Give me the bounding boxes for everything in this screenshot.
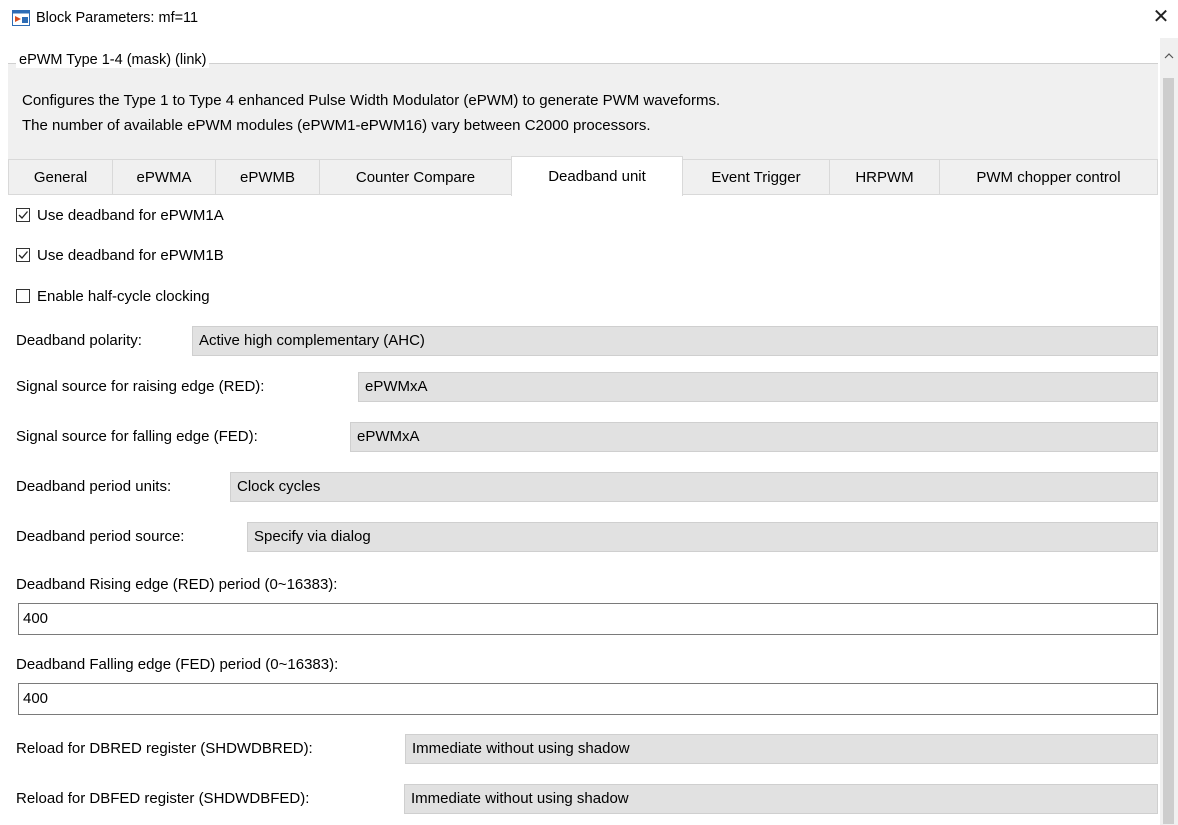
deadband-polarity-row: Deadband polarity: Active high complemen…	[8, 326, 1158, 356]
deadband-period-units-label: Deadband period units:	[16, 478, 172, 495]
simulink-block-icon	[12, 10, 30, 26]
close-icon[interactable]: ✕	[1149, 5, 1173, 29]
deadband-period-source-label: Deadband period source:	[16, 528, 185, 545]
fed-period-label: Deadband Falling edge (FED) period (0~16…	[16, 656, 339, 673]
red-period-input[interactable]: 400	[18, 603, 1158, 635]
deadband-period-source-row: Deadband period source: Specify via dial…	[8, 522, 1158, 552]
fed-signal-source-select[interactable]: ePWMxA	[350, 422, 1158, 452]
check-icon	[18, 211, 28, 219]
enable-half-cycle-clocking-checkbox[interactable]: Enable half-cycle clocking	[16, 286, 210, 306]
dbred-reload-row: Reload for DBRED register (SHDWDBRED): I…	[8, 734, 1158, 764]
use-deadband-epwm1a-checkbox[interactable]: Use deadband for ePWM1A	[16, 205, 224, 225]
checkbox-label: Use deadband for ePWM1B	[37, 246, 224, 264]
title-bar: Block Parameters: mf=11 ✕	[0, 0, 1178, 38]
check-icon	[18, 251, 28, 259]
deadband-period-units-select[interactable]: Clock cycles	[230, 472, 1158, 502]
mask-description-line1: Configures the Type 1 to Type 4 enhanced…	[22, 92, 721, 109]
dbfed-reload-select[interactable]: Immediate without using shadow	[404, 784, 1158, 814]
red-period-label: Deadband Rising edge (RED) period (0~163…	[16, 576, 338, 593]
fed-signal-source-label: Signal source for falling edge (FED):	[16, 428, 258, 445]
deadband-period-source-select[interactable]: Specify via dialog	[247, 522, 1158, 552]
mask-description-line2: The number of available ePWM modules (eP…	[22, 117, 651, 134]
deadband-polarity-select[interactable]: Active high complementary (AHC)	[192, 326, 1158, 356]
tab-general[interactable]: General	[8, 159, 113, 195]
checkbox-box[interactable]	[16, 248, 30, 262]
deadband-period-units-row: Deadband period units: Clock cycles	[8, 472, 1158, 502]
mask-group-title: ePWM Type 1-4 (mask) (link)	[16, 52, 210, 68]
dialog-content: ePWM Type 1-4 (mask) (link) Configures t…	[0, 38, 1178, 825]
red-signal-source-select[interactable]: ePWMxA	[358, 372, 1158, 402]
checkbox-label: Enable half-cycle clocking	[37, 287, 210, 305]
fed-period-input[interactable]: 400	[18, 683, 1158, 715]
fed-signal-source-row: Signal source for falling edge (FED): eP…	[8, 422, 1158, 452]
scrollbar-thumb[interactable]	[1163, 78, 1174, 824]
tab-pwm-chopper-control[interactable]: PWM chopper control	[940, 159, 1158, 195]
dbred-reload-label: Reload for DBRED register (SHDWDBRED):	[16, 740, 313, 757]
tab-bar: General ePWMA ePWMB Counter Compare Dead…	[8, 156, 1158, 196]
dbred-reload-select[interactable]: Immediate without using shadow	[405, 734, 1158, 764]
dbfed-reload-label: Reload for DBFED register (SHDWDBFED):	[16, 790, 310, 807]
tab-epwma[interactable]: ePWMA	[113, 159, 216, 195]
red-signal-source-row: Signal source for raising edge (RED): eP…	[8, 372, 1158, 402]
tab-event-trigger[interactable]: Event Trigger	[683, 159, 830, 195]
use-deadband-epwm1b-checkbox[interactable]: Use deadband for ePWM1B	[16, 245, 224, 265]
checkbox-box[interactable]	[16, 289, 30, 303]
tab-epwmb[interactable]: ePWMB	[216, 159, 320, 195]
checkbox-label: Use deadband for ePWM1A	[37, 206, 224, 224]
chevron-up-icon[interactable]	[1164, 51, 1174, 63]
tab-deadband-unit[interactable]: Deadband unit	[511, 156, 683, 196]
deadband-polarity-label: Deadband polarity:	[16, 332, 142, 349]
checkbox-box[interactable]	[16, 208, 30, 222]
tab-hrpwm[interactable]: HRPWM	[830, 159, 940, 195]
tab-counter-compare[interactable]: Counter Compare	[320, 159, 512, 195]
red-signal-source-label: Signal source for raising edge (RED):	[16, 378, 265, 395]
window-title: Block Parameters: mf=11	[36, 10, 199, 26]
dbfed-reload-row: Reload for DBFED register (SHDWDBFED): I…	[8, 784, 1158, 814]
